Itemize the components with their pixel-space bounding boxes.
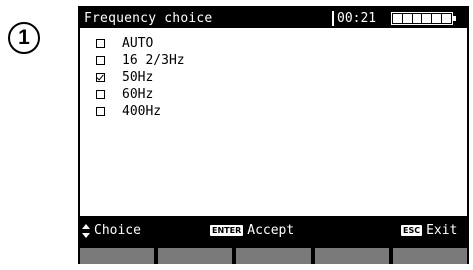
soft-keys-row — [80, 248, 468, 264]
battery-cell — [402, 14, 412, 23]
option-label: AUTO — [122, 36, 154, 51]
battery-cell — [442, 14, 451, 23]
battery-cell — [393, 14, 402, 23]
up-down-arrows-icon — [82, 223, 90, 238]
clock-readout: 00:21 — [337, 11, 377, 26]
checked-checkbox-icon[interactable] — [96, 73, 105, 82]
esc-key-icon: ESC — [401, 225, 423, 236]
choice-hint: Choice — [82, 223, 141, 238]
checkbox-icon[interactable] — [96, 39, 105, 48]
exit-hint: ESC Exit — [401, 223, 457, 238]
option-50hz[interactable]: 50Hz — [96, 69, 185, 86]
screen-title: Frequency choice — [84, 11, 213, 26]
function-hint-bar: Choice ENTER Accept ESC Exit — [80, 216, 467, 244]
battery-cell — [412, 14, 422, 23]
checkbox-icon[interactable] — [96, 107, 105, 116]
enter-key-icon: ENTER — [210, 225, 244, 236]
battery-cell — [422, 14, 432, 23]
option-60hz[interactable]: 60Hz — [96, 86, 185, 103]
title-separator — [332, 11, 334, 26]
lcd-display: Frequency choice 00:21 AUTO 16 2/3Hz 50H… — [80, 9, 467, 244]
checkbox-icon[interactable] — [96, 56, 105, 65]
option-auto[interactable]: AUTO — [96, 35, 185, 52]
soft-key-4[interactable] — [314, 248, 389, 264]
step-number-badge: 1 — [8, 22, 40, 54]
battery-cell — [432, 14, 442, 23]
option-16-2-3hz[interactable]: 16 2/3Hz — [96, 52, 185, 69]
option-label: 400Hz — [122, 104, 162, 119]
option-label: 60Hz — [122, 87, 154, 102]
option-label: 16 2/3Hz — [122, 53, 185, 68]
soft-key-3[interactable] — [236, 248, 311, 264]
title-bar: Frequency choice 00:21 — [80, 9, 467, 28]
battery-tip — [453, 16, 456, 21]
checkbox-icon[interactable] — [96, 90, 105, 99]
soft-key-1[interactable] — [80, 248, 155, 264]
soft-key-2[interactable] — [158, 248, 233, 264]
accept-label: Accept — [247, 223, 295, 238]
option-label: 50Hz — [122, 70, 154, 85]
option-400hz[interactable]: 400Hz — [96, 103, 185, 120]
accept-hint: ENTER Accept — [210, 223, 294, 238]
battery-icon — [391, 12, 453, 25]
exit-label: Exit — [426, 223, 458, 238]
choice-label: Choice — [94, 223, 141, 238]
soft-key-5[interactable] — [392, 248, 468, 264]
device-screen: Frequency choice 00:21 AUTO 16 2/3Hz 50H… — [78, 6, 469, 264]
frequency-options-list: AUTO 16 2/3Hz 50Hz 60Hz 400Hz — [96, 35, 185, 120]
